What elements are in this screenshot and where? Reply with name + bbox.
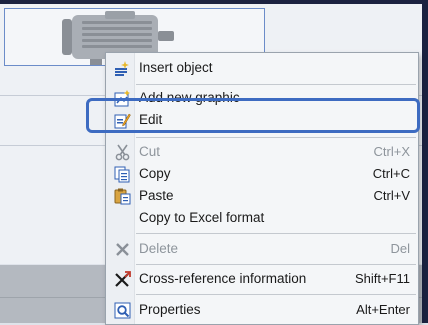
- menu-item-properties[interactable]: Properties Alt+Enter: [106, 299, 418, 321]
- scissors-icon: [115, 144, 130, 161]
- menu-item-label: Delete: [139, 241, 179, 256]
- menu-item-label: Cross-reference information: [139, 271, 307, 286]
- menu-separator: [136, 137, 416, 138]
- menu-separator: [136, 294, 416, 295]
- menu-item-cross-reference[interactable]: Cross-reference information Shift+F11: [106, 268, 418, 290]
- properties-icon: [114, 302, 131, 319]
- menu-item-label: Copy: [139, 166, 171, 181]
- menu-item-cut[interactable]: Cut Ctrl+X: [106, 141, 418, 163]
- menu-item-label: Insert object: [139, 60, 213, 75]
- menu-item-label: Cut: [139, 144, 161, 159]
- menu-item-delete[interactable]: Delete Del: [106, 238, 418, 260]
- delete-icon: [116, 243, 129, 256]
- menu-item-shortcut: Del: [390, 241, 410, 256]
- menu-item-paste[interactable]: Paste Ctrl+V: [106, 185, 418, 207]
- menu-item-label: Copy to Excel format: [139, 210, 265, 225]
- paste-icon: [114, 188, 131, 205]
- copy-icon: [114, 166, 130, 183]
- menu-item-insert-object[interactable]: Insert object: [106, 57, 418, 79]
- context-menu: Insert object Add new graphic Edit Cut C…: [105, 52, 419, 325]
- menu-item-shortcut: Shift+F11: [354, 271, 410, 286]
- menu-item-shortcut: Ctrl+V: [373, 188, 410, 203]
- menu-separator: [136, 233, 416, 234]
- cross-reference-icon: [115, 271, 131, 287]
- menu-item-shortcut: Alt+Enter: [356, 302, 410, 317]
- edit-highlight-annotation: [86, 98, 420, 133]
- menu-item-copy-to-excel[interactable]: Copy to Excel format: [106, 207, 418, 229]
- menu-item-shortcut: Ctrl+C: [372, 166, 410, 181]
- menu-separator: [136, 264, 416, 265]
- window-right-border: [422, 0, 428, 323]
- menu-item-copy[interactable]: Copy Ctrl+C: [106, 163, 418, 185]
- menu-separator: [136, 84, 416, 85]
- insert-object-icon: [115, 61, 129, 76]
- menu-item-label: Paste: [139, 188, 174, 203]
- menu-item-shortcut: Ctrl+X: [373, 144, 410, 159]
- menu-item-label: Properties: [139, 302, 201, 317]
